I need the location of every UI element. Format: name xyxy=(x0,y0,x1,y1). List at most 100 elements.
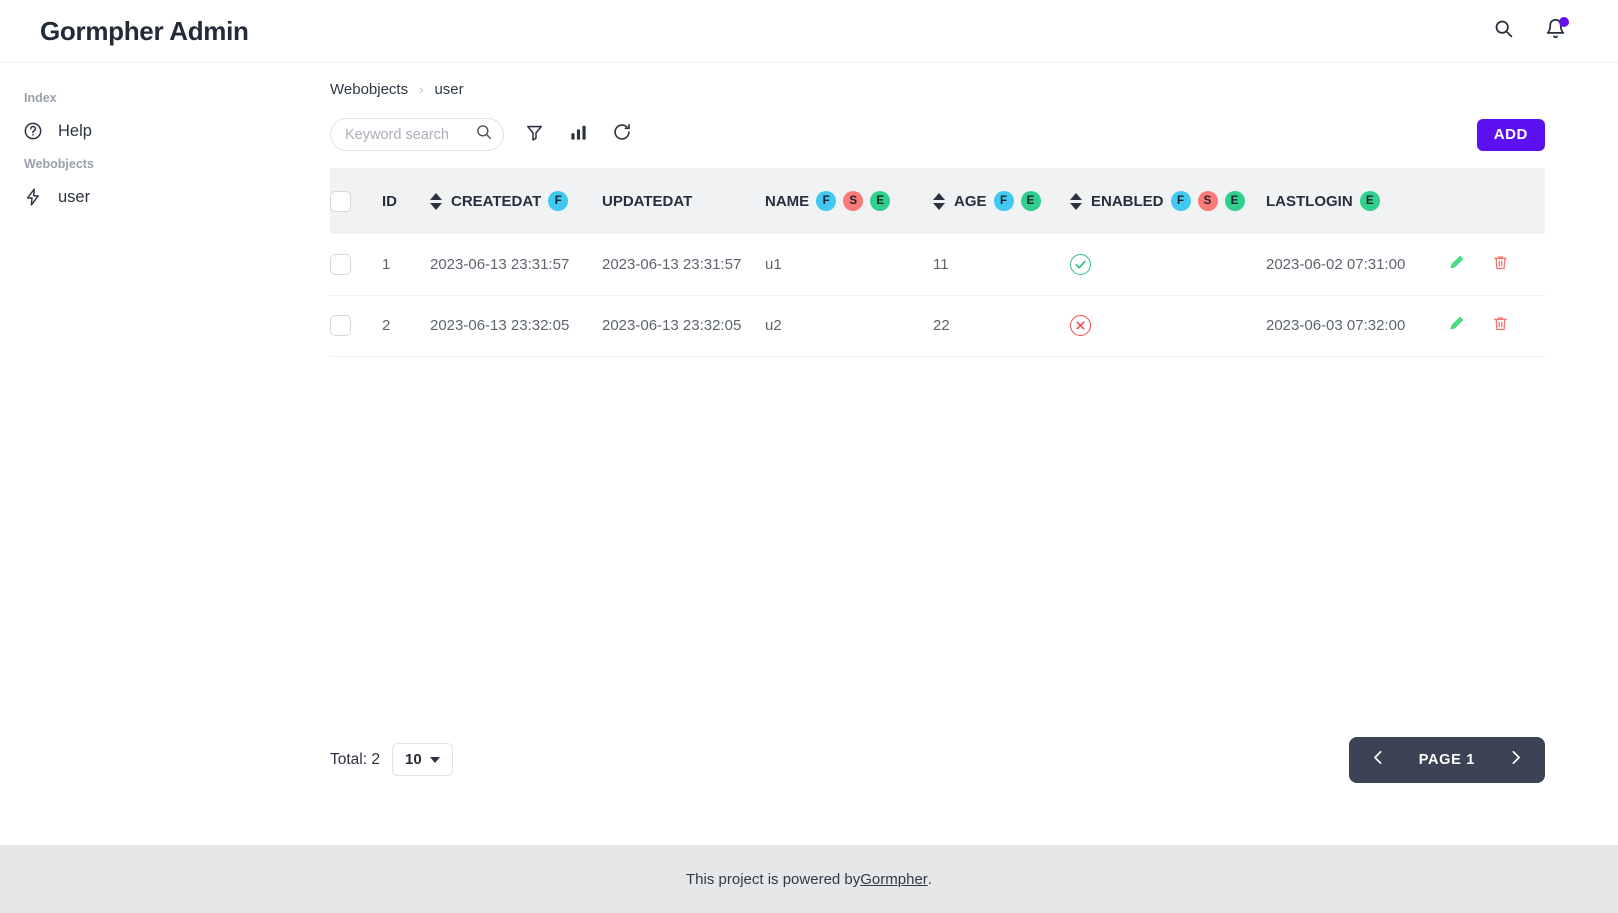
edit-button[interactable] xyxy=(1448,254,1465,275)
total-count-label: Total: 2 xyxy=(330,750,380,768)
chevron-up-icon xyxy=(1070,192,1082,200)
global-search-button[interactable] xyxy=(1488,16,1518,46)
chevron-down-icon xyxy=(1070,202,1082,210)
trash-icon xyxy=(1492,315,1509,336)
cell-createdat: 2023-06-13 23:32:05 xyxy=(430,317,570,334)
sidebar-item-user[interactable]: user xyxy=(0,177,330,217)
sort-toggle-age[interactable] xyxy=(933,192,945,210)
question-circle-icon xyxy=(22,120,44,142)
column-label: UPDATEDAT xyxy=(602,192,693,210)
cell-select xyxy=(330,234,382,295)
chart-button[interactable] xyxy=(556,118,600,151)
cell-age: 11 xyxy=(933,255,949,273)
chevron-up-icon xyxy=(430,192,442,200)
search-icon[interactable] xyxy=(475,123,493,146)
chevron-right-icon xyxy=(1507,749,1524,771)
search-box[interactable] xyxy=(330,118,504,151)
toolbar: ADD xyxy=(330,118,1545,168)
select-all-checkbox[interactable] xyxy=(330,190,351,212)
refresh-icon xyxy=(612,122,632,147)
trash-icon xyxy=(1492,254,1509,275)
prev-page-button[interactable] xyxy=(1353,737,1405,783)
cell-enabled xyxy=(1070,295,1266,356)
notification-dot xyxy=(1559,17,1569,27)
row-checkbox[interactable] xyxy=(330,253,351,275)
add-button[interactable]: ADD xyxy=(1476,118,1545,151)
cell-enabled xyxy=(1070,234,1266,295)
column-label: CREATEDAT xyxy=(451,192,542,210)
sidebar-item-help[interactable]: Help xyxy=(0,111,330,151)
badge-filterable: F xyxy=(1170,191,1191,211)
notifications-button[interactable] xyxy=(1540,16,1570,46)
row-checkbox[interactable] xyxy=(330,315,351,336)
th-lastlogin[interactable]: LASTLOGIN E xyxy=(1266,168,1448,234)
breadcrumb: Webobjects › user xyxy=(330,81,1545,118)
filter-icon xyxy=(525,123,544,147)
page-size-select[interactable]: 10 xyxy=(391,743,453,776)
column-label: ENABLED xyxy=(1091,192,1164,210)
current-page-label: PAGE 1 xyxy=(1418,751,1475,768)
chevron-up-icon xyxy=(933,192,945,200)
cell-id[interactable]: 2 xyxy=(382,295,430,356)
th-createdat[interactable]: CREATEDAT F xyxy=(430,168,602,234)
table-row: 2 2023-06-13 23:32:05 2023-06-13 23:32:0… xyxy=(330,295,1545,356)
edit-button[interactable] xyxy=(1448,315,1465,336)
next-page-button[interactable] xyxy=(1489,737,1541,783)
th-age[interactable]: AGE F E xyxy=(933,168,1070,234)
sidebar: Index Help Webobjects user xyxy=(0,63,330,845)
search-input[interactable] xyxy=(345,126,475,143)
breadcrumb-current[interactable]: user xyxy=(434,81,463,98)
sort-toggle-enabled[interactable] xyxy=(1070,192,1082,210)
breadcrumb-root[interactable]: Webobjects xyxy=(330,81,408,98)
cell-select xyxy=(330,295,382,356)
sidebar-group-label-index: Index xyxy=(24,91,57,105)
refresh-button[interactable] xyxy=(600,118,644,151)
table-body: 1 2023-06-13 23:31:57 2023-06-13 23:31:5… xyxy=(330,234,1545,356)
chevron-left-icon xyxy=(1370,749,1387,771)
app-root: Gormpher Admin Index Help Webobjects use… xyxy=(0,0,1618,913)
filter-button[interactable] xyxy=(512,118,556,151)
sidebar-item-label: user xyxy=(58,187,91,206)
th-name[interactable]: NAME F S E xyxy=(765,168,933,234)
cell-actions xyxy=(1448,234,1545,295)
column-label: LASTLOGIN xyxy=(1266,192,1353,210)
top-bar-actions xyxy=(1488,16,1594,46)
th-enabled[interactable]: ENABLED F S E xyxy=(1070,168,1266,234)
chevron-down-icon xyxy=(430,202,442,210)
sort-toggle-createdat[interactable] xyxy=(430,192,442,210)
th-id[interactable]: ID xyxy=(382,168,430,234)
gormpher-link[interactable]: Gormpher xyxy=(860,871,928,888)
top-bar: Gormpher Admin xyxy=(0,0,1618,63)
delete-button[interactable] xyxy=(1492,254,1509,275)
cell-updatedat: 2023-06-13 23:31:57 xyxy=(602,255,742,273)
badge-editable: E xyxy=(1359,191,1380,211)
breadcrumb-separator-icon: › xyxy=(419,82,424,97)
bar-chart-icon xyxy=(569,123,588,147)
column-label: NAME xyxy=(765,192,810,210)
main-content: Webobjects › user Keyword search ADD ID … xyxy=(330,63,1618,845)
delete-button[interactable] xyxy=(1492,315,1509,336)
cell-updatedat: 2023-06-13 23:32:05 xyxy=(602,317,742,334)
sidebar-item-label: Help xyxy=(58,121,92,140)
records-table: ID CREATEDAT F UPDATEDAT NAME F S E AGE … xyxy=(330,168,1545,357)
pencil-icon xyxy=(1448,254,1465,275)
cell-createdat: 2023-06-13 23:31:57 xyxy=(430,255,570,273)
cell-id[interactable]: 1 xyxy=(382,234,430,295)
pencil-icon xyxy=(1448,315,1465,336)
badge-filterable: F xyxy=(816,191,837,211)
page-footer: This project is powered by Gormpher . xyxy=(0,845,1618,913)
badge-filterable: F xyxy=(993,191,1014,211)
badge-searchable: S xyxy=(1197,191,1218,211)
pagination-bar: Total: 2 10 PAGE 1 xyxy=(330,357,1545,783)
column-label: AGE xyxy=(954,192,987,210)
th-updatedat[interactable]: UPDATEDAT xyxy=(602,168,765,234)
column-label: ID xyxy=(382,192,397,210)
badge-editable: E xyxy=(1020,191,1041,211)
table-row: 1 2023-06-13 23:31:57 2023-06-13 23:31:5… xyxy=(330,234,1545,295)
footer-text-after: . xyxy=(927,870,932,888)
badge-searchable: S xyxy=(843,191,864,211)
cell-name: u2 xyxy=(765,317,782,334)
cell-age: 22 xyxy=(933,317,950,334)
pager: PAGE 1 xyxy=(1348,736,1545,783)
cell-actions xyxy=(1448,295,1545,356)
